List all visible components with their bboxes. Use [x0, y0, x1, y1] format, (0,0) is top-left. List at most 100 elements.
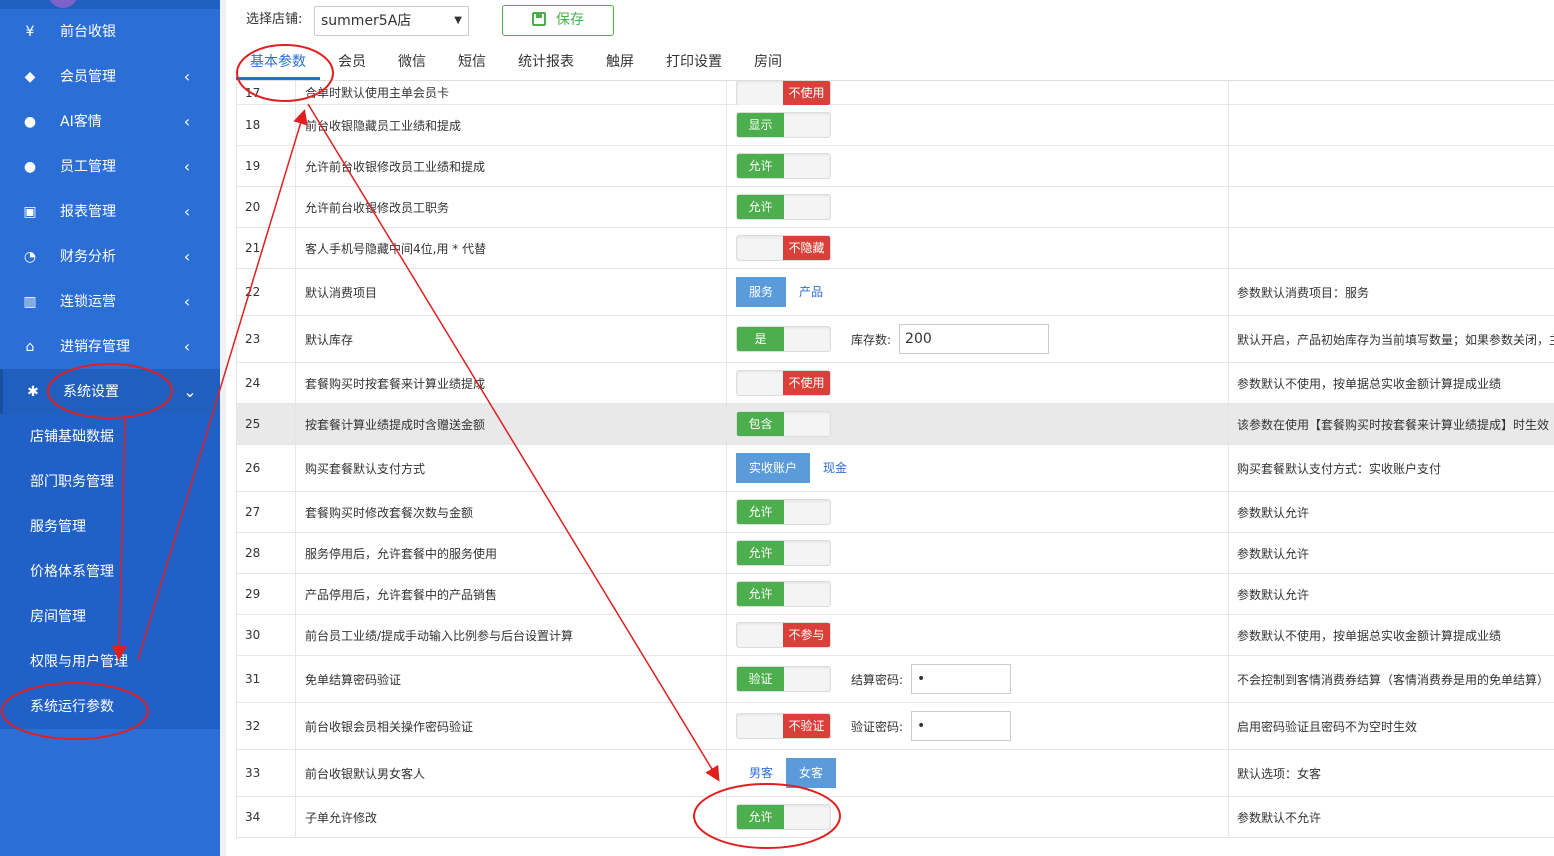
toggle-switch[interactable]: 不隐藏 — [736, 235, 831, 261]
row-number: 23 — [236, 316, 296, 362]
sidebar-subitem-2[interactable]: 服务管理 — [0, 504, 220, 549]
tab-5[interactable]: 触屏 — [606, 51, 634, 73]
pie-icon: ◔ — [23, 249, 37, 265]
table-row: 32 前台收银会员相关操作密码验证 不验证 验证密码: • 启用密码验证且密码不为空时生效 — [236, 703, 1554, 750]
logo — [48, 0, 78, 8]
param-name: 前台收银会员相关操作密码验证 — [296, 703, 727, 749]
param-control: 允许 — [727, 574, 1229, 614]
chevron-icon: ‹ — [183, 202, 191, 221]
row-number: 18 — [236, 105, 296, 145]
sidebar-subitem-5[interactable]: 权限与用户管理 — [0, 639, 220, 684]
param-name: 允许前台收银修改员工职务 — [296, 187, 727, 227]
sidebar-item-0[interactable]: ¥ 前台收银 — [0, 9, 220, 54]
param-description: 不会控制到客情消费券结算（客情消费券是用的免单结算） — [1237, 672, 1550, 687]
param-name: 客人手机号隐藏中间4位,用 * 代替 — [296, 228, 727, 268]
segment-option[interactable]: 服务 — [736, 277, 787, 307]
segment-option[interactable]: 实收账户 — [736, 453, 811, 483]
sidebar-subitem-0[interactable]: 店铺基础数据 — [0, 414, 220, 459]
segment-option[interactable]: 产品 — [786, 277, 836, 307]
param-name: 允许前台收银修改员工业绩和提成 — [296, 146, 727, 186]
inline-input[interactable]: • — [911, 711, 1012, 741]
param-name: 前台收银隐藏员工业绩和提成 — [296, 105, 727, 145]
toggle-switch[interactable]: 包含 — [736, 411, 831, 437]
param-control: 显示 — [727, 105, 1229, 145]
sidebar-item-5[interactable]: ◔ 财务分析 ‹ — [0, 234, 220, 279]
tab-0[interactable]: 基本参数 — [250, 51, 306, 73]
row-number: 20 — [236, 187, 296, 227]
segment-option[interactable]: 现金 — [810, 453, 860, 483]
settings-submenu: 店铺基础数据 部门职务管理 服务管理 价格体系管理房间管理权限与用户管理 系统运行参数 — [0, 414, 220, 729]
param-name: 默认消费项目 — [296, 269, 727, 315]
table-row: 18 前台收银隐藏员工业绩和提成 显示 — [236, 105, 1554, 146]
main-content: 选择店铺: summer5A店 ▼ 保存 基本参数 会员 微信 短信 统计报表 触屏 打印设… — [220, 0, 1554, 856]
gear-icon: ✱ — [27, 384, 39, 400]
save-button[interactable]: 保存 — [502, 5, 614, 36]
toggle-switch[interactable]: 验证 — [736, 666, 831, 692]
sidebar-item-6[interactable]: ▥ 连锁运营 ‹ — [0, 279, 220, 324]
toggle-label: 允许 — [737, 154, 784, 178]
sidebar-item-3[interactable]: ● 员工管理 ‹ — [0, 144, 220, 189]
param-name: 购买套餐默认支付方式 — [296, 445, 727, 491]
row-number: 26 — [236, 445, 296, 491]
sidebar-subitem-4[interactable]: 房间管理 — [0, 594, 220, 639]
param-description — [1229, 187, 1554, 227]
shop-select[interactable]: summer5A店 ▼ — [314, 6, 469, 36]
tab-1[interactable]: 会员 — [338, 51, 366, 73]
tab-4[interactable]: 统计报表 — [518, 51, 574, 73]
toggle-switch[interactable]: 不使用 — [736, 370, 831, 396]
sidebar-item-label: 财务分析 — [60, 249, 116, 265]
home-icon: ⌂ — [25, 339, 35, 355]
param-description: 默认选项：女客 — [1237, 766, 1322, 781]
sidebar-item-8[interactable]: ✱ 系统设置 ⌄ — [0, 369, 220, 414]
table-row: 34 子单允许修改 允许 参数默认不允许 — [236, 797, 1554, 838]
save-button-label: 保存 — [556, 12, 584, 28]
chevron-icon: ‹ — [183, 157, 191, 176]
param-name: 服务停用后，允许套餐中的服务使用 — [296, 533, 727, 573]
chevron-icon: ‹ — [183, 247, 191, 266]
toggle-switch[interactable]: 是 — [736, 326, 831, 352]
sidebar-subitem-6[interactable]: 系统运行参数 — [0, 684, 220, 729]
toggle-label: 显示 — [737, 113, 784, 137]
sidebar-subitem-1[interactable]: 部门职务管理 — [0, 459, 220, 504]
toggle-switch[interactable]: 显示 — [736, 112, 831, 138]
chevron-icon: ‹ — [183, 67, 191, 86]
sidebar-item-1[interactable]: ◆ 会员管理 ‹ — [0, 54, 220, 99]
toggle-switch[interactable]: 不使用 — [736, 79, 831, 106]
chevron-icon: ⌄ — [183, 382, 197, 401]
param-control: 允许 — [727, 797, 1229, 837]
sidebar-item-4[interactable]: ▣ 报表管理 ‹ — [0, 189, 220, 234]
toggle-switch[interactable]: 允许 — [736, 499, 831, 525]
cash-icon: ¥ — [25, 24, 35, 40]
segment-option[interactable]: 女客 — [786, 758, 837, 788]
toggle-switch[interactable]: 不验证 — [736, 713, 831, 739]
sidebar-item-2[interactable]: ● AI客情 ‹ — [0, 99, 220, 144]
param-control: 是 库存数: 200 — [727, 316, 1229, 362]
inline-input[interactable]: 200 — [899, 324, 1050, 354]
sidebar-item-label: 员工管理 — [60, 159, 116, 175]
sidebar-subitem-label: 房间管理 — [30, 609, 86, 625]
toggle-switch[interactable]: 允许 — [736, 581, 831, 607]
sidebar-item-label: AI客情 — [60, 114, 102, 130]
tab-2[interactable]: 微信 — [398, 51, 426, 73]
toggle-switch[interactable]: 允许 — [736, 194, 831, 220]
toggle-switch[interactable]: 允许 — [736, 804, 831, 830]
param-control: 验证 结算密码: • — [727, 656, 1229, 702]
caret-down-icon: ▼ — [454, 15, 462, 26]
toggle-label: 不隐藏 — [783, 236, 830, 260]
toggle-switch[interactable]: 允许 — [736, 540, 831, 566]
tab-7[interactable]: 房间 — [754, 51, 782, 73]
sidebar-item-7[interactable]: ⌂ 进销存管理 ‹ — [0, 324, 220, 369]
table-row: 24 套餐购买时按套餐来计算业绩提成 不使用 参数默认不使用，按单据总实收金额计算提成… — [236, 363, 1554, 404]
tab-6[interactable]: 打印设置 — [666, 51, 722, 73]
inline-input[interactable]: • — [911, 664, 1012, 694]
table-row: 31 免单结算密码验证 验证 结算密码: • 不会控制到客情消费券结算（客情消费券是用的免… — [236, 656, 1554, 703]
row-number: 24 — [236, 363, 296, 403]
toggle-switch[interactable]: 不参与 — [736, 622, 831, 648]
param-description: 该参数在使用【套餐购买时按套餐来计算业绩提成】时生效 — [1237, 417, 1550, 432]
tab-3[interactable]: 短信 — [458, 51, 486, 73]
param-control: 男客 女客 — [727, 750, 1229, 796]
segment-option[interactable]: 男客 — [736, 758, 786, 788]
toggle-switch[interactable]: 允许 — [736, 153, 831, 179]
table-row: 26 购买套餐默认支付方式 实收账户 现金 购买套餐默认支付方式：实收账户支付 — [236, 445, 1554, 492]
sidebar-subitem-3[interactable]: 价格体系管理 — [0, 549, 220, 594]
